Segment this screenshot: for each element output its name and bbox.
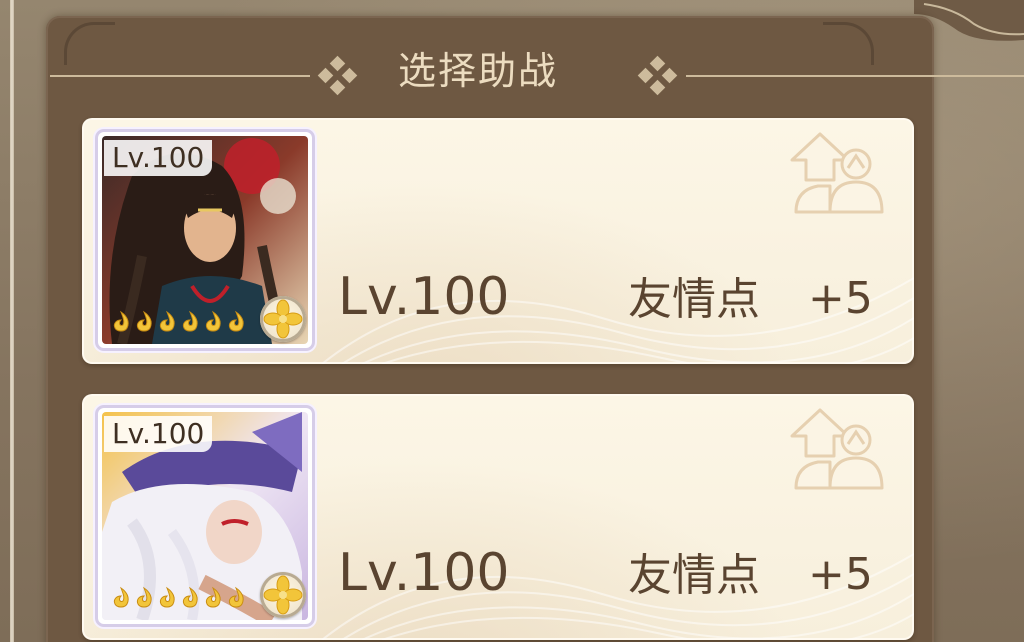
friendship-points-label: 友情点: [628, 274, 760, 325]
star-icon: [113, 310, 129, 332]
diamond-ornament-icon: [637, 55, 678, 96]
portrait-level-badge: Lv.100: [104, 140, 213, 176]
helper-card[interactable]: Lv.100 Lv.100 友情点 +5: [82, 394, 914, 640]
friendship-points-label: 友情点: [628, 550, 760, 601]
star-icon: [159, 586, 175, 608]
star-icon: [205, 310, 221, 332]
panel-title: 选择助战: [398, 49, 559, 93]
helper-level: Lv.100: [338, 267, 510, 327]
title-divider-right: [686, 75, 1024, 77]
star-icon: [136, 310, 152, 332]
diamond-ornament-icon: [317, 55, 358, 96]
star-icon: [205, 586, 221, 608]
helper-portrait[interactable]: Lv.100: [98, 132, 312, 348]
portrait-level-badge: Lv.100: [104, 416, 213, 452]
star-icon: [159, 310, 175, 332]
friendship-points-value: +5: [808, 273, 873, 324]
star-rating: [110, 310, 247, 340]
star-icon: [182, 310, 198, 332]
support-up-icon[interactable]: [790, 404, 890, 494]
panel-header: 选择助战: [0, 40, 1024, 110]
star-icon: [136, 586, 152, 608]
star-rating: [110, 586, 247, 616]
star-icon: [228, 586, 244, 608]
friendship-points-value: +5: [808, 549, 873, 600]
helper-level: Lv.100: [338, 543, 510, 603]
support-up-icon[interactable]: [790, 128, 890, 218]
star-icon: [182, 586, 198, 608]
title-divider-left: [50, 75, 310, 77]
helper-card[interactable]: Lv.100 Lv.100 友情点 +5: [82, 118, 914, 364]
golden-flower-icon: [260, 572, 306, 618]
helper-portrait[interactable]: Lv.100: [98, 408, 312, 624]
star-icon: [228, 310, 244, 332]
golden-flower-icon: [260, 296, 306, 342]
star-icon: [113, 586, 129, 608]
